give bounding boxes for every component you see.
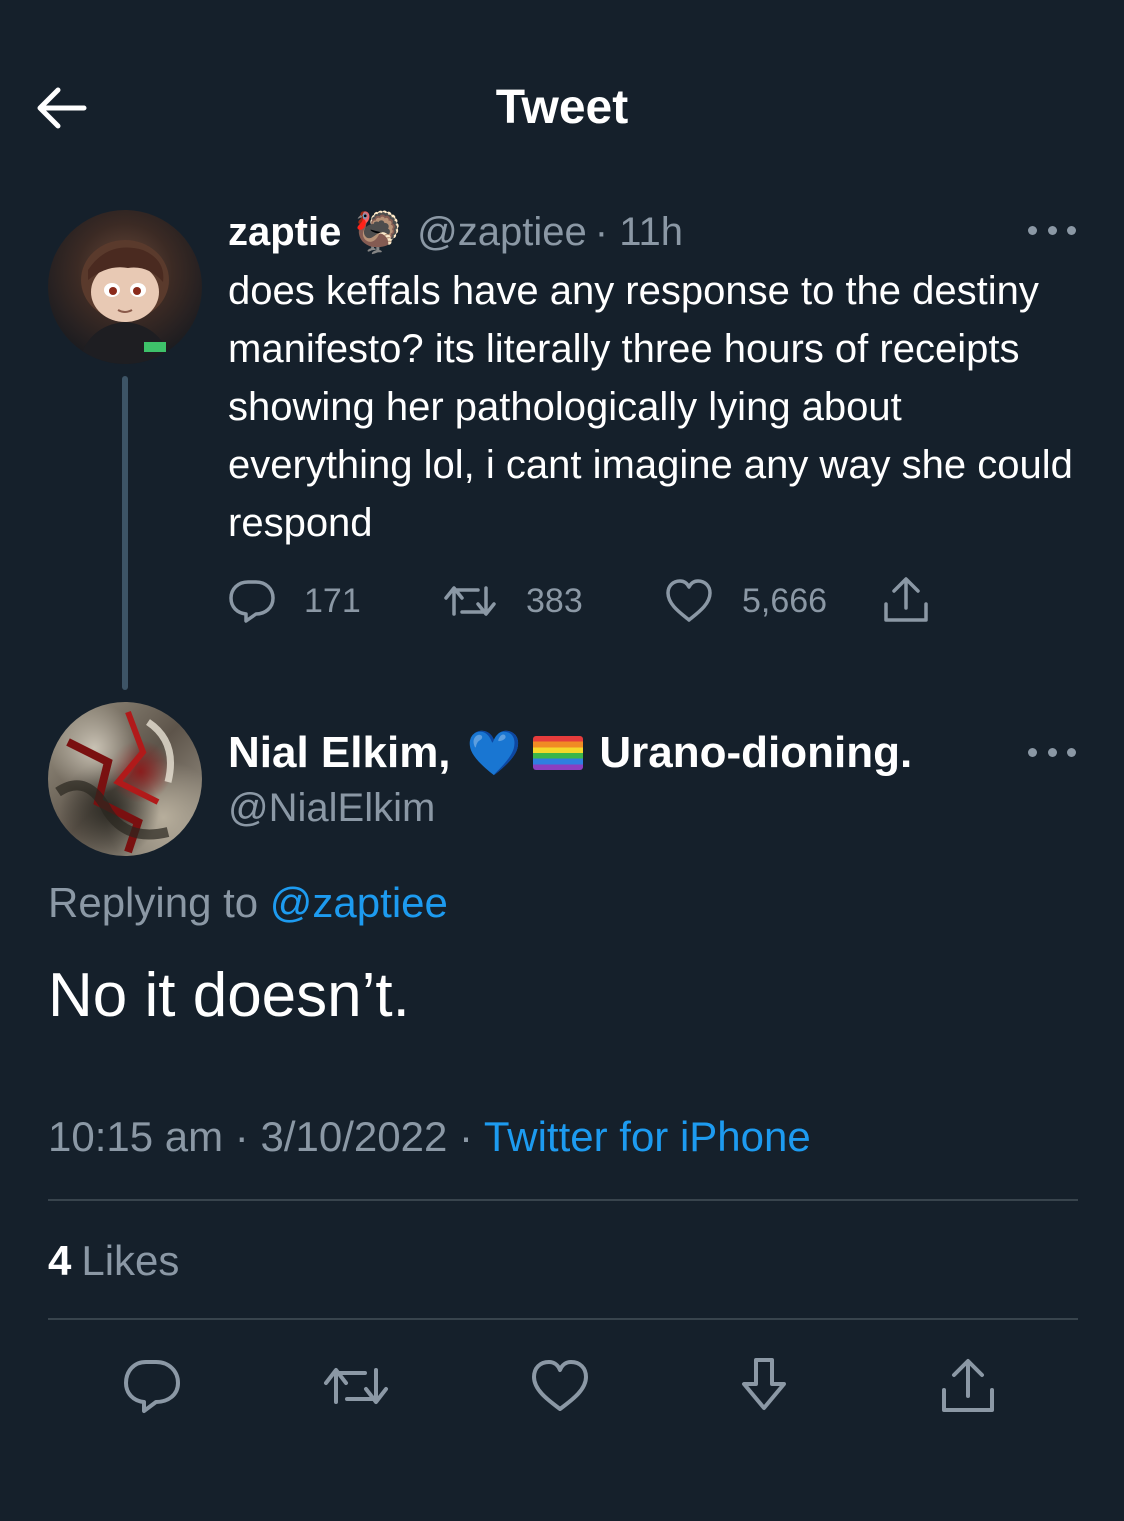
retweet-button[interactable]: [316, 1346, 396, 1426]
avatar[interactable]: [48, 702, 202, 856]
retweet-icon: [444, 586, 496, 616]
tweet-source-link[interactable]: Twitter for iPhone: [484, 1113, 811, 1160]
parent-time: · 11h: [594, 209, 683, 254]
reply-count: 171: [304, 581, 361, 620]
rainbow-flag-icon: [533, 736, 584, 770]
divider: [48, 1199, 1078, 1201]
page-title: Tweet: [495, 81, 629, 134]
main-tweet-text: No it doesn’t.: [48, 961, 410, 1030]
replying-label: Replying to: [48, 879, 259, 926]
like-icon: [532, 1360, 588, 1411]
share-button[interactable]: [928, 1346, 1008, 1426]
bookmark-button[interactable]: [724, 1346, 804, 1426]
likes-count: 4: [48, 1237, 72, 1284]
turkey-emoji: 🦃: [353, 210, 404, 255]
more-icon[interactable]: [1028, 742, 1076, 762]
share-button[interactable]: [880, 574, 960, 626]
like-count: 5,666: [742, 581, 828, 620]
likes-label: Likes: [81, 1237, 180, 1284]
main-handle[interactable]: @NialElkim: [228, 784, 435, 832]
reply-icon: [124, 1360, 180, 1413]
avatar-image: [55, 710, 174, 854]
display-name-prefix: Nial Elkim,: [228, 728, 451, 777]
replying-to: Replying to @zaptiee: [48, 876, 448, 930]
main-display-name[interactable]: Nial Elkim, 💙 Urano-dioning.: [228, 724, 912, 782]
blue-heart-emoji: 💙: [466, 729, 522, 778]
meta-separator: ·: [234, 1113, 249, 1160]
reply-stat[interactable]: 171: [228, 576, 361, 626]
replying-mention-link[interactable]: @zaptiee: [270, 879, 448, 926]
divider: [48, 1318, 1078, 1320]
more-icon[interactable]: [1028, 220, 1076, 240]
likes-summary[interactable]: 4 Likes: [48, 1234, 179, 1288]
retweet-stat[interactable]: 383: [442, 576, 583, 626]
bookmark-icon: [742, 1358, 786, 1410]
parent-display-name[interactable]: zaptie: [228, 210, 341, 255]
parent-tweet-header: zaptie 🦃 @zaptiee · 11h: [228, 204, 683, 260]
like-button[interactable]: [520, 1346, 600, 1426]
retweet-icon: [324, 1368, 388, 1404]
display-name-suffix: Urano-dioning.: [599, 728, 913, 777]
reply-button[interactable]: [112, 1346, 192, 1426]
share-icon: [942, 1359, 994, 1412]
retweet-count: 383: [526, 581, 583, 620]
like-stat[interactable]: 5,666: [664, 576, 827, 626]
parent-handle[interactable]: @zaptiee: [417, 210, 587, 255]
thread-connector: [122, 376, 128, 690]
share-icon: [884, 577, 928, 622]
parent-tweet-text: does keffals have any response to the de…: [228, 269, 1073, 545]
tweet-time: 10:15 am: [48, 1113, 224, 1160]
meta-separator: ·: [459, 1113, 473, 1160]
avatar-image: [78, 240, 172, 364]
like-icon: [666, 579, 712, 622]
tweet-metadata: 10:15 am · 3/10/2022 · Twitter for iPhon…: [48, 1110, 811, 1164]
avatar[interactable]: [48, 210, 202, 364]
reply-icon: [229, 580, 275, 623]
tweet-date: 3/10/2022: [260, 1113, 448, 1160]
